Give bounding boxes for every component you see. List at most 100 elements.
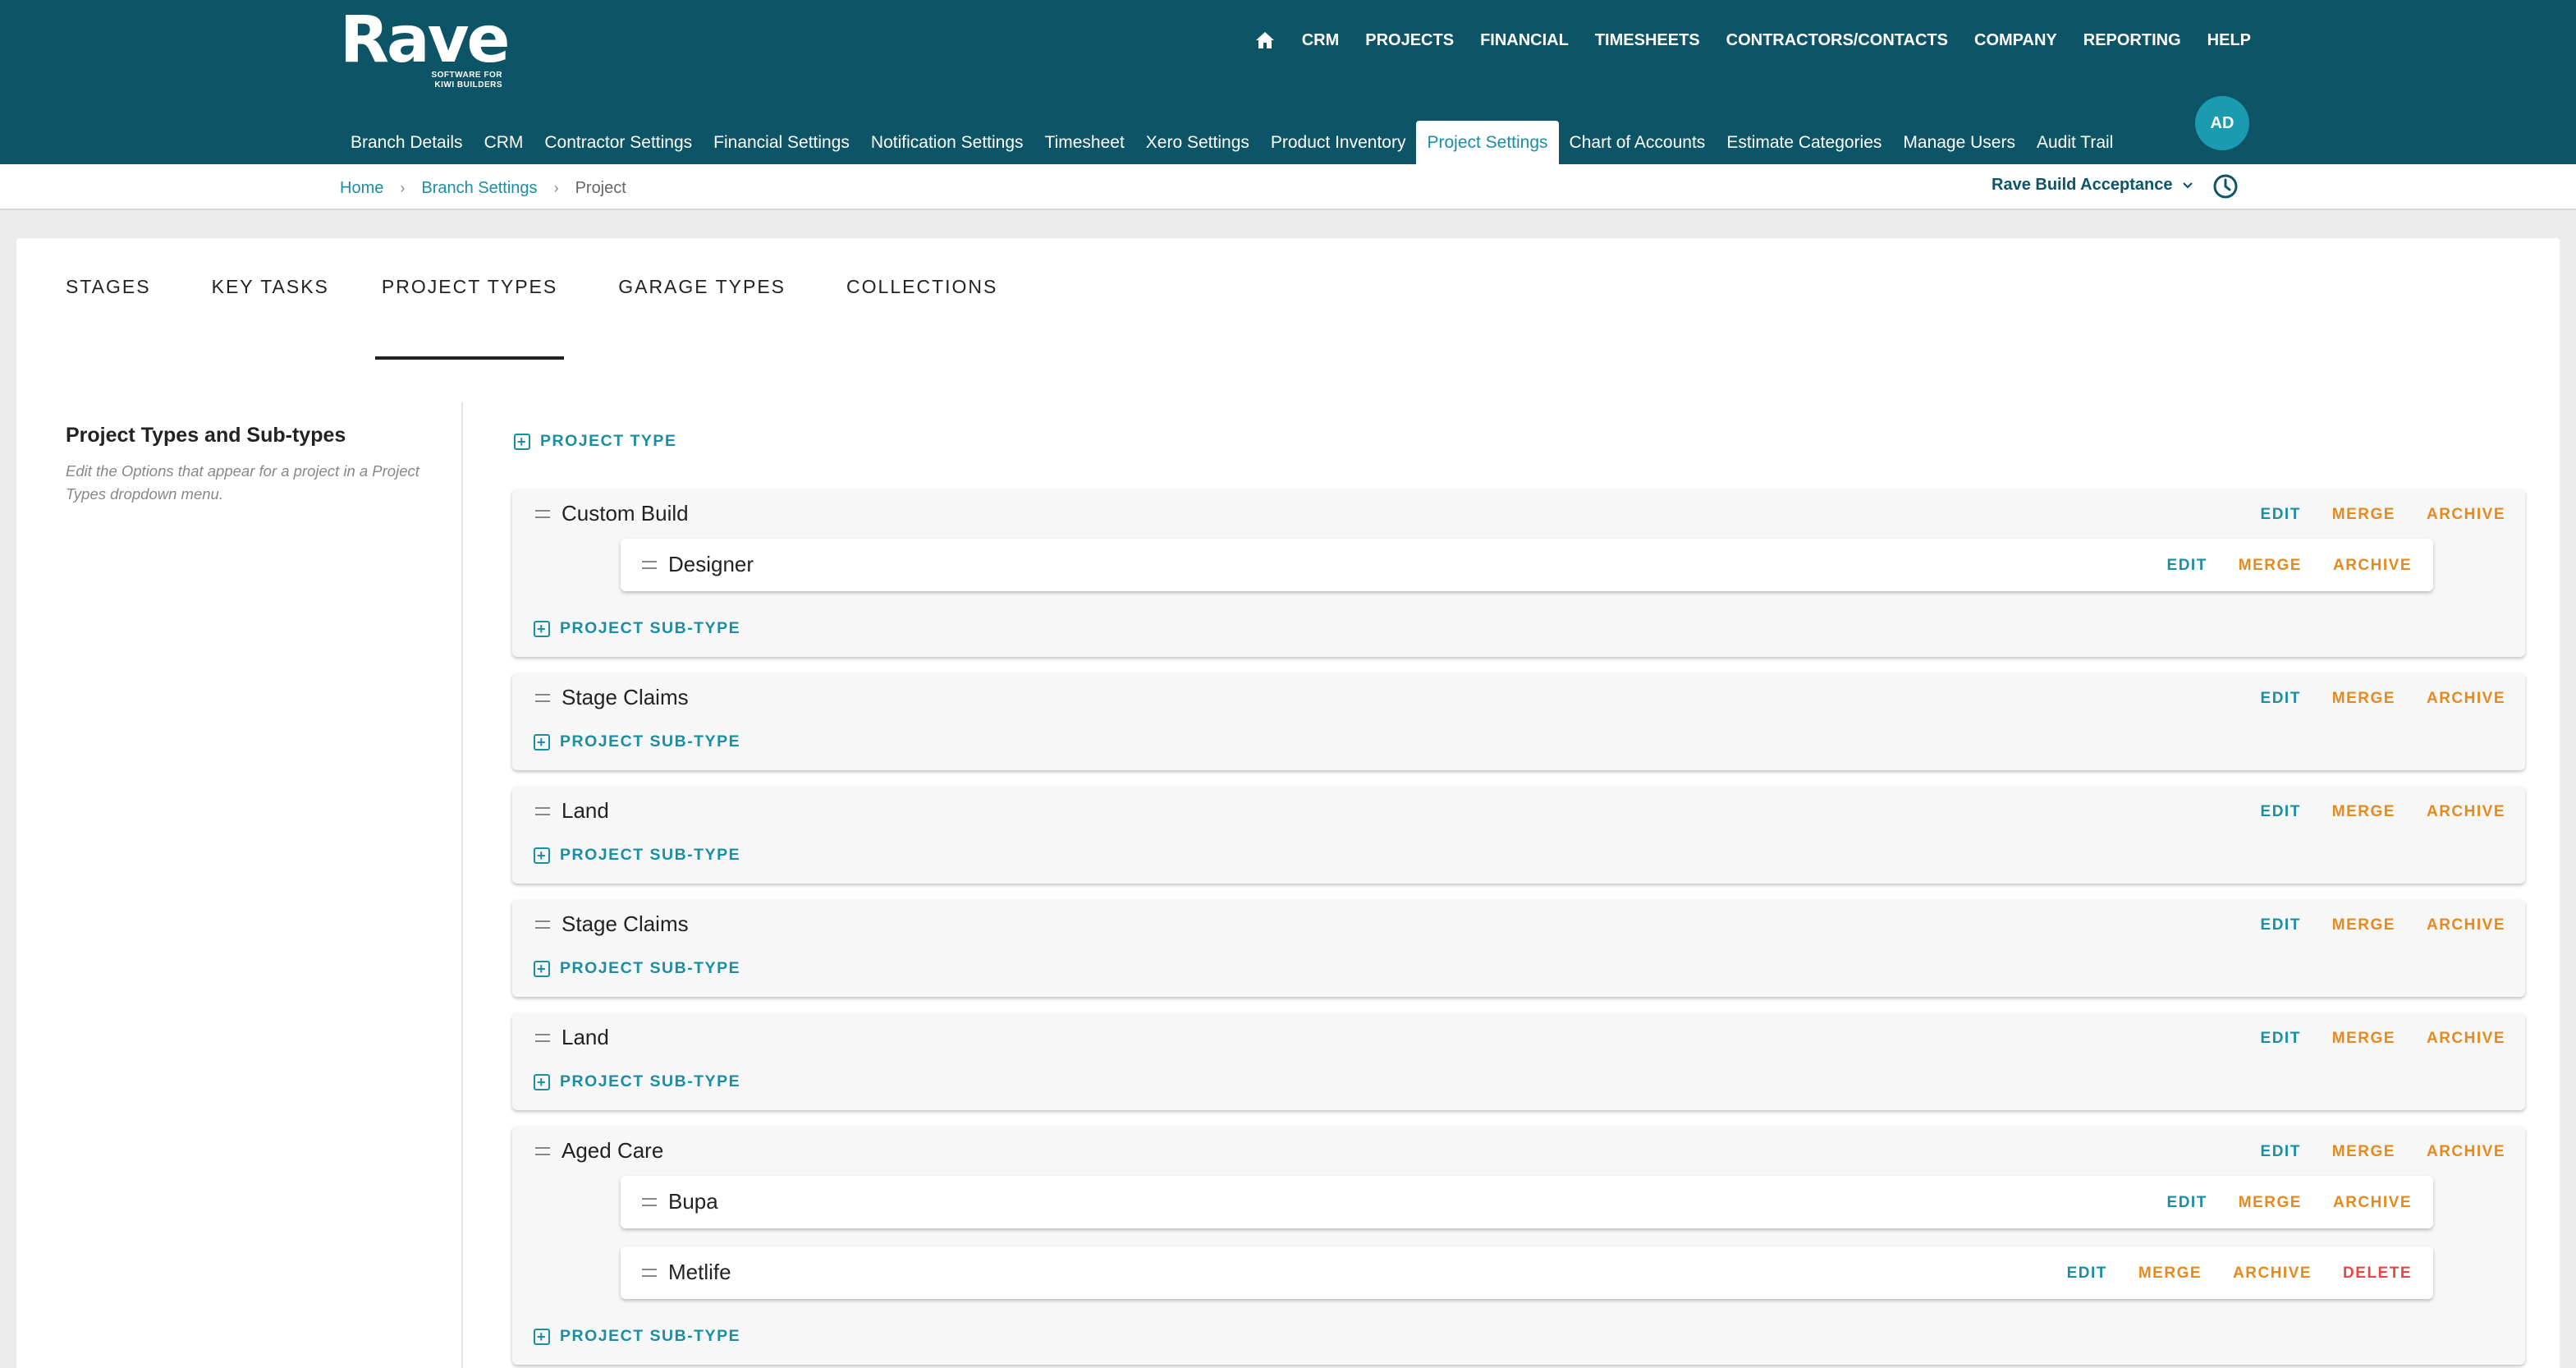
add-project-subtype-button[interactable]: + PROJECT SUB-TYPE: [534, 1327, 740, 1346]
merge-button[interactable]: MERGE: [2332, 1030, 2395, 1048]
chevron-right-icon: ›: [400, 180, 406, 196]
edit-button[interactable]: EDIT: [2261, 916, 2301, 934]
subnav-project-settings[interactable]: Project Settings: [1416, 121, 1559, 164]
subnav-audit-trail[interactable]: Audit Trail: [2026, 121, 2124, 164]
edit-button[interactable]: EDIT: [2261, 803, 2301, 821]
user-avatar[interactable]: AD: [2195, 96, 2249, 150]
breadcrumb-current: Project: [575, 179, 626, 197]
project-type-row: Custom Build EDIT MERGE ARCHIVE Designer…: [512, 489, 2525, 657]
archive-button[interactable]: ARCHIVE: [2333, 1194, 2412, 1212]
delete-button[interactable]: DELETE: [2343, 1265, 2412, 1283]
add-project-subtype-button[interactable]: + PROJECT SUB-TYPE: [534, 732, 740, 751]
subnav-chart-of-accounts[interactable]: Chart of Accounts: [1559, 121, 1717, 164]
top-nav-reporting[interactable]: REPORTING: [2083, 31, 2181, 50]
breadcrumb-branch-settings[interactable]: Branch Settings: [421, 179, 537, 198]
merge-button[interactable]: MERGE: [2332, 1143, 2395, 1161]
top-nav-crm[interactable]: CRM: [1302, 31, 1340, 50]
add-project-subtype-button[interactable]: + PROJECT SUB-TYPE: [534, 1072, 740, 1091]
project-type-name: Custom Build: [561, 501, 689, 526]
edit-button[interactable]: EDIT: [2261, 1030, 2301, 1048]
branch-selector[interactable]: Rave Build Acceptance: [1992, 176, 2193, 195]
archive-button[interactable]: ARCHIVE: [2427, 916, 2505, 934]
rave-logo[interactable]: Rave SOFTWARE FOR KIWI BUILDERS: [340, 3, 510, 90]
subnav-branch-details[interactable]: Branch Details: [340, 121, 474, 164]
merge-button[interactable]: MERGE: [2239, 1194, 2302, 1212]
project-subtype-row: Bupa EDIT MERGE ARCHIVE: [621, 1176, 2433, 1228]
drag-handle-icon[interactable]: [642, 1268, 657, 1277]
merge-button[interactable]: MERGE: [2239, 557, 2302, 575]
top-nav-financial[interactable]: FINANCIAL: [1480, 31, 1569, 50]
subnav-product-inventory[interactable]: Product Inventory: [1260, 121, 1417, 164]
branch-selector-value: Rave Build Acceptance: [1992, 176, 2173, 194]
archive-button[interactable]: ARCHIVE: [2427, 690, 2505, 708]
edit-button[interactable]: EDIT: [2167, 557, 2207, 575]
project-type-row: Land EDIT MERGE ARCHIVE + PROJECT SUB-TY…: [512, 1013, 2525, 1110]
top-nav-help[interactable]: HELP: [2207, 31, 2251, 50]
tab-stages[interactable]: STAGES: [66, 276, 159, 327]
logo-word: Rave: [340, 3, 510, 77]
logo-tagline: SOFTWARE FOR KIWI BUILDERS: [431, 71, 502, 90]
edit-button[interactable]: EDIT: [2261, 506, 2301, 524]
top-nav-projects[interactable]: PROJECTS: [1365, 31, 1454, 50]
drag-handle-icon[interactable]: [535, 806, 550, 815]
add-box-icon: +: [534, 1328, 550, 1345]
edit-button[interactable]: EDIT: [2067, 1265, 2107, 1283]
breadcrumb-home[interactable]: Home: [340, 179, 383, 198]
drag-handle-icon[interactable]: [535, 920, 550, 929]
history-clock-icon[interactable]: [2212, 172, 2239, 200]
chevron-down-icon: [2183, 181, 2193, 189]
top-nav-contractors-contacts[interactable]: CONTRACTORS/CONTACTS: [1726, 31, 1948, 50]
project-settings-tabs: STAGES KEY TASKS PROJECT TYPES GARAGE TY…: [16, 276, 1006, 360]
archive-button[interactable]: ARCHIVE: [2427, 1030, 2505, 1048]
drag-handle-icon[interactable]: [535, 1033, 550, 1042]
merge-button[interactable]: MERGE: [2332, 803, 2395, 821]
archive-button[interactable]: ARCHIVE: [2427, 803, 2505, 821]
archive-button[interactable]: ARCHIVE: [2427, 506, 2505, 524]
add-box-icon: +: [514, 433, 530, 450]
add-project-subtype-button[interactable]: + PROJECT SUB-TYPE: [534, 619, 740, 638]
archive-button[interactable]: ARCHIVE: [2233, 1265, 2312, 1283]
add-box-icon: +: [534, 733, 550, 751]
section-description: Edit the Options that appear for a proje…: [66, 462, 419, 503]
drag-handle-icon[interactable]: [642, 1197, 657, 1206]
settings-card: STAGES KEY TASKS PROJECT TYPES GARAGE TY…: [16, 238, 2560, 1368]
project-type-name: Land: [561, 798, 609, 823]
subnav-timesheet[interactable]: Timesheet: [1034, 121, 1135, 164]
subnav-xero-settings[interactable]: Xero Settings: [1135, 121, 1260, 164]
subnav-manage-users[interactable]: Manage Users: [1892, 121, 2026, 164]
add-project-type-button[interactable]: + PROJECT TYPE: [514, 432, 676, 451]
project-subtype-row: Designer EDIT MERGE ARCHIVE: [621, 539, 2433, 591]
add-project-subtype-button[interactable]: + PROJECT SUB-TYPE: [534, 846, 740, 865]
add-project-subtype-button[interactable]: + PROJECT SUB-TYPE: [534, 959, 740, 978]
home-icon[interactable]: [1254, 30, 1276, 51]
project-type-row: Aged Care EDIT MERGE ARCHIVE Bupa EDIT M…: [512, 1127, 2525, 1365]
breadcrumb-bar: Home › Branch Settings › Project Rave Bu…: [0, 164, 2576, 210]
tab-project-types[interactable]: PROJECT TYPES: [374, 276, 566, 360]
top-nav-company[interactable]: COMPANY: [1974, 31, 2057, 50]
merge-button[interactable]: MERGE: [2332, 690, 2395, 708]
merge-button[interactable]: MERGE: [2332, 506, 2395, 524]
subnav-contractor-settings[interactable]: Contractor Settings: [534, 121, 703, 164]
project-subtype-name: Designer: [668, 552, 754, 576]
tab-garage-types[interactable]: GARAGE TYPES: [610, 276, 794, 327]
edit-button[interactable]: EDIT: [2261, 690, 2301, 708]
tab-key-tasks[interactable]: KEY TASKS: [204, 276, 337, 327]
drag-handle-icon[interactable]: [642, 560, 657, 569]
top-nav-timesheets[interactable]: TIMESHEETS: [1595, 31, 1700, 50]
drag-handle-icon[interactable]: [535, 693, 550, 702]
merge-button[interactable]: MERGE: [2138, 1265, 2202, 1283]
edit-button[interactable]: EDIT: [2261, 1143, 2301, 1161]
section-title: Project Types and Sub-types: [66, 424, 346, 447]
subnav-notification-settings[interactable]: Notification Settings: [860, 121, 1034, 164]
subnav-financial-settings[interactable]: Financial Settings: [703, 121, 860, 164]
project-subtype-name: Metlife: [668, 1260, 731, 1284]
archive-button[interactable]: ARCHIVE: [2427, 1143, 2505, 1161]
drag-handle-icon[interactable]: [535, 1146, 550, 1155]
edit-button[interactable]: EDIT: [2167, 1194, 2207, 1212]
merge-button[interactable]: MERGE: [2332, 916, 2395, 934]
tab-collections[interactable]: COLLECTIONS: [838, 276, 1006, 327]
subnav-crm[interactable]: CRM: [474, 121, 534, 164]
subnav-estimate-categories[interactable]: Estimate Categories: [1716, 121, 1892, 164]
drag-handle-icon[interactable]: [535, 509, 550, 518]
archive-button[interactable]: ARCHIVE: [2333, 557, 2412, 575]
